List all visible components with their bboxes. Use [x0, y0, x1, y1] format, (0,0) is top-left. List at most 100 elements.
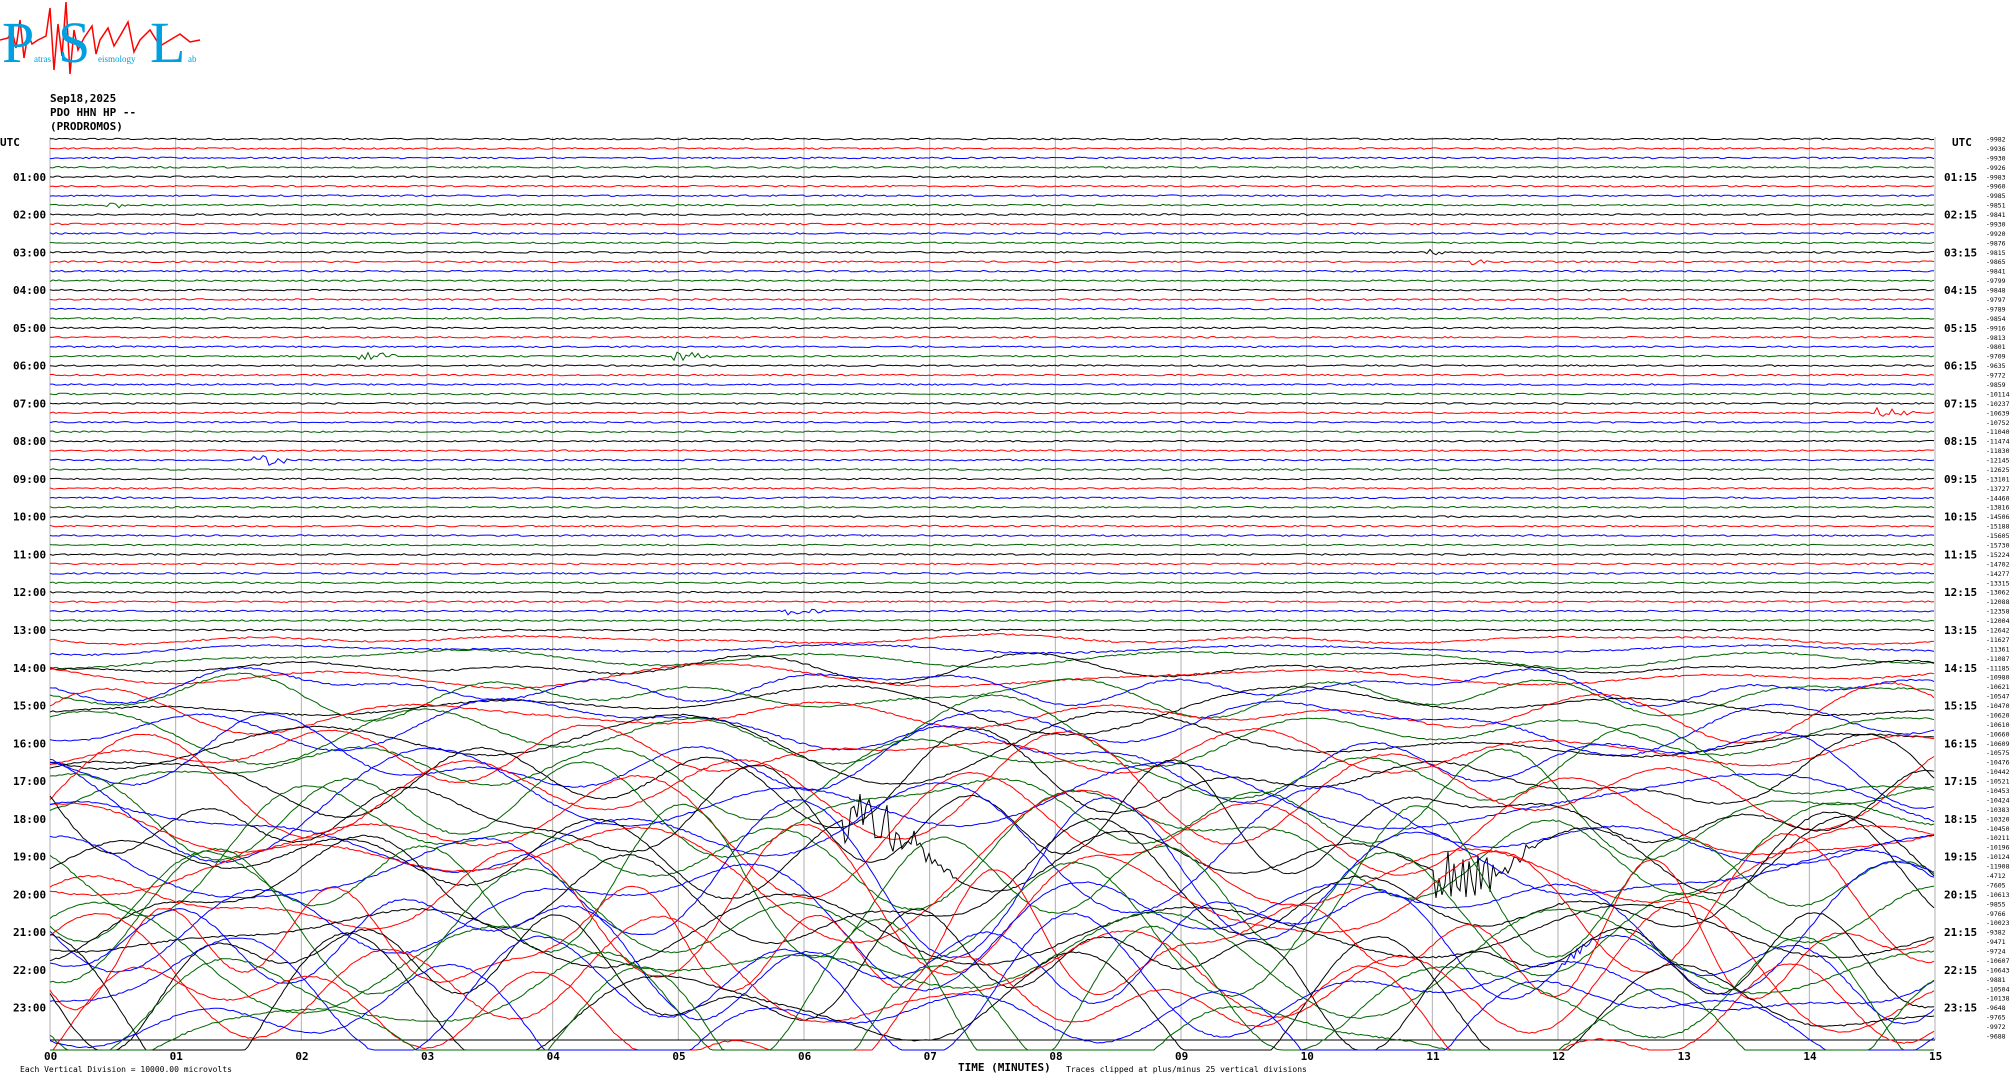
- trace-line: [49, 175, 1935, 179]
- hour-label-right: 14:15: [1944, 662, 1977, 675]
- hour-label-left: 01:00: [13, 171, 46, 184]
- right-utc-title: UTC: [1952, 136, 1972, 149]
- trace-offset-label: -13727: [1986, 485, 2010, 493]
- hour-label-left: 11:00: [13, 548, 46, 561]
- trace-offset-label: -9982: [1986, 136, 2006, 144]
- trace-offset-label: -11474: [1986, 438, 2010, 446]
- trace-offset-label: -11627: [1986, 636, 2010, 644]
- trace-line: [49, 628, 1934, 632]
- minute-label: 03: [421, 1050, 434, 1063]
- trace-offset-label: -10660: [1986, 730, 2010, 738]
- minute-label: 10: [1301, 1050, 1314, 1063]
- trace-offset-label: -9635: [1986, 362, 2006, 370]
- minute-label: 00: [44, 1050, 57, 1063]
- hour-label-right: 18:15: [1944, 813, 1977, 826]
- trace-offset-label: -14506: [1986, 513, 2010, 521]
- trace-offset-label: -10504: [1986, 985, 2010, 993]
- hour-label-right: 17:15: [1944, 775, 1977, 788]
- trace-line: [49, 524, 1935, 528]
- minute-label: 08: [1049, 1050, 1062, 1063]
- hour-label-right: 16:15: [1944, 737, 1977, 750]
- trace-offset-label: -11087: [1986, 655, 2010, 663]
- trace-offset-label: -9841: [1986, 268, 2006, 276]
- minute-label: 13: [1678, 1050, 1691, 1063]
- trace-line: [49, 861, 1935, 996]
- hour-label-right: 19:15: [1944, 851, 1977, 864]
- minute-label: 06: [798, 1050, 812, 1063]
- hour-labels-right: 01:15 02:15 03:15 04:15 05:15 06:15 07:15 08:15…: [1944, 171, 1977, 1015]
- traces: [49, 137, 1935, 1051]
- hour-label-left: 16:00: [13, 737, 46, 750]
- hour-label-left: 17:00: [13, 775, 46, 788]
- trace-offset-label: -9766: [1986, 910, 2006, 918]
- minute-label: 05: [672, 1050, 685, 1063]
- grid: [49, 137, 1936, 1041]
- trace-line: [49, 468, 1935, 471]
- footer-right-note: Traces clipped at plus/minus 25 vertical…: [1066, 1065, 1307, 1074]
- trace-offset-label: -10196: [1986, 844, 2010, 852]
- trace-offset-label: -10442: [1986, 768, 2010, 776]
- trace-line: [49, 581, 1935, 585]
- hour-label-left: 18:00: [13, 813, 46, 826]
- trace-offset-label: -10643: [1986, 966, 2010, 974]
- trace-line: [49, 643, 1935, 657]
- hour-label-right: 20:15: [1944, 888, 1977, 901]
- trace-offset-label: -12088: [1986, 598, 2010, 606]
- trace-offset-label: -15224: [1986, 551, 2010, 559]
- trace-line: [49, 213, 1935, 216]
- trace-line: [49, 259, 1935, 266]
- trace-offset-label: -9926: [1986, 164, 2006, 172]
- left-utc-title: UTC: [0, 136, 20, 149]
- trace-line: [49, 803, 1935, 959]
- trace-offset-label: -10450: [1986, 825, 2010, 833]
- hour-label-right: 22:15: [1944, 964, 1977, 977]
- trace-offset-label: -9799: [1986, 277, 2006, 285]
- hour-label-right: 10:15: [1944, 511, 1977, 524]
- hour-label-left: 06:00: [13, 360, 46, 373]
- trace-offset-label: -9851: [1986, 202, 2006, 210]
- trace-offset-label: -14702: [1986, 560, 2010, 568]
- trace-line: [49, 505, 1935, 509]
- trace-line: [49, 402, 1935, 405]
- trace-offset-label: -9471: [1986, 938, 2006, 946]
- trace-line: [49, 406, 1935, 417]
- hour-label-left: 08:00: [13, 435, 46, 448]
- minute-label: 02: [295, 1050, 308, 1063]
- trace-offset-label: -14460: [1986, 494, 2010, 502]
- hour-label-right: 03:15: [1944, 246, 1977, 259]
- trace-offset-label: -9813: [1986, 334, 2006, 342]
- trace-line: [49, 298, 1935, 301]
- trace-offset-label: -10237: [1986, 400, 2010, 408]
- trace-line: [49, 194, 1935, 198]
- trace-line: [49, 420, 1935, 424]
- trace-line: [49, 184, 1935, 188]
- minute-label: 01: [170, 1050, 184, 1063]
- trace-line: [49, 487, 1935, 490]
- trace-line: [49, 430, 1935, 434]
- trace-line: [49, 439, 1935, 443]
- trace-line: [49, 241, 1935, 245]
- hour-label-right: 21:15: [1944, 926, 1977, 939]
- trace-offset-label: -10980: [1986, 674, 2010, 682]
- trace-line: [49, 373, 1935, 377]
- trace-line: [49, 619, 1935, 622]
- trace-line: [49, 893, 1935, 969]
- trace-offset-label: -9789: [1986, 305, 2006, 313]
- trace-offset-label: -4712: [1986, 872, 2006, 880]
- trace-offset-label: -13101: [1986, 475, 2010, 483]
- trace-line: [49, 823, 1935, 978]
- trace-line: [49, 543, 1935, 547]
- hour-label-right: 07:15: [1944, 397, 1977, 410]
- helicorder-plot: UTC UTC 01:00 02:00 03:00 04:00 05:00 06:00 07…: [0, 136, 2010, 1075]
- trace-line: [50, 383, 1934, 386]
- trace-line: [49, 682, 1935, 744]
- minute-label: 09: [1175, 1050, 1188, 1063]
- footer-left-note: Each Vertical Division = 10000.00 microv…: [20, 1065, 232, 1074]
- trace-offset-label: -10521: [1986, 778, 2010, 786]
- hour-label-left: 22:00: [13, 964, 46, 977]
- trace-offset-label: -10752: [1986, 419, 2010, 427]
- trace-offset-label: -9881: [1986, 976, 2006, 984]
- trace-offset-label: -10575: [1986, 749, 2010, 757]
- trace-offset-label: -10424: [1986, 796, 2010, 804]
- trace-line: [49, 326, 1935, 330]
